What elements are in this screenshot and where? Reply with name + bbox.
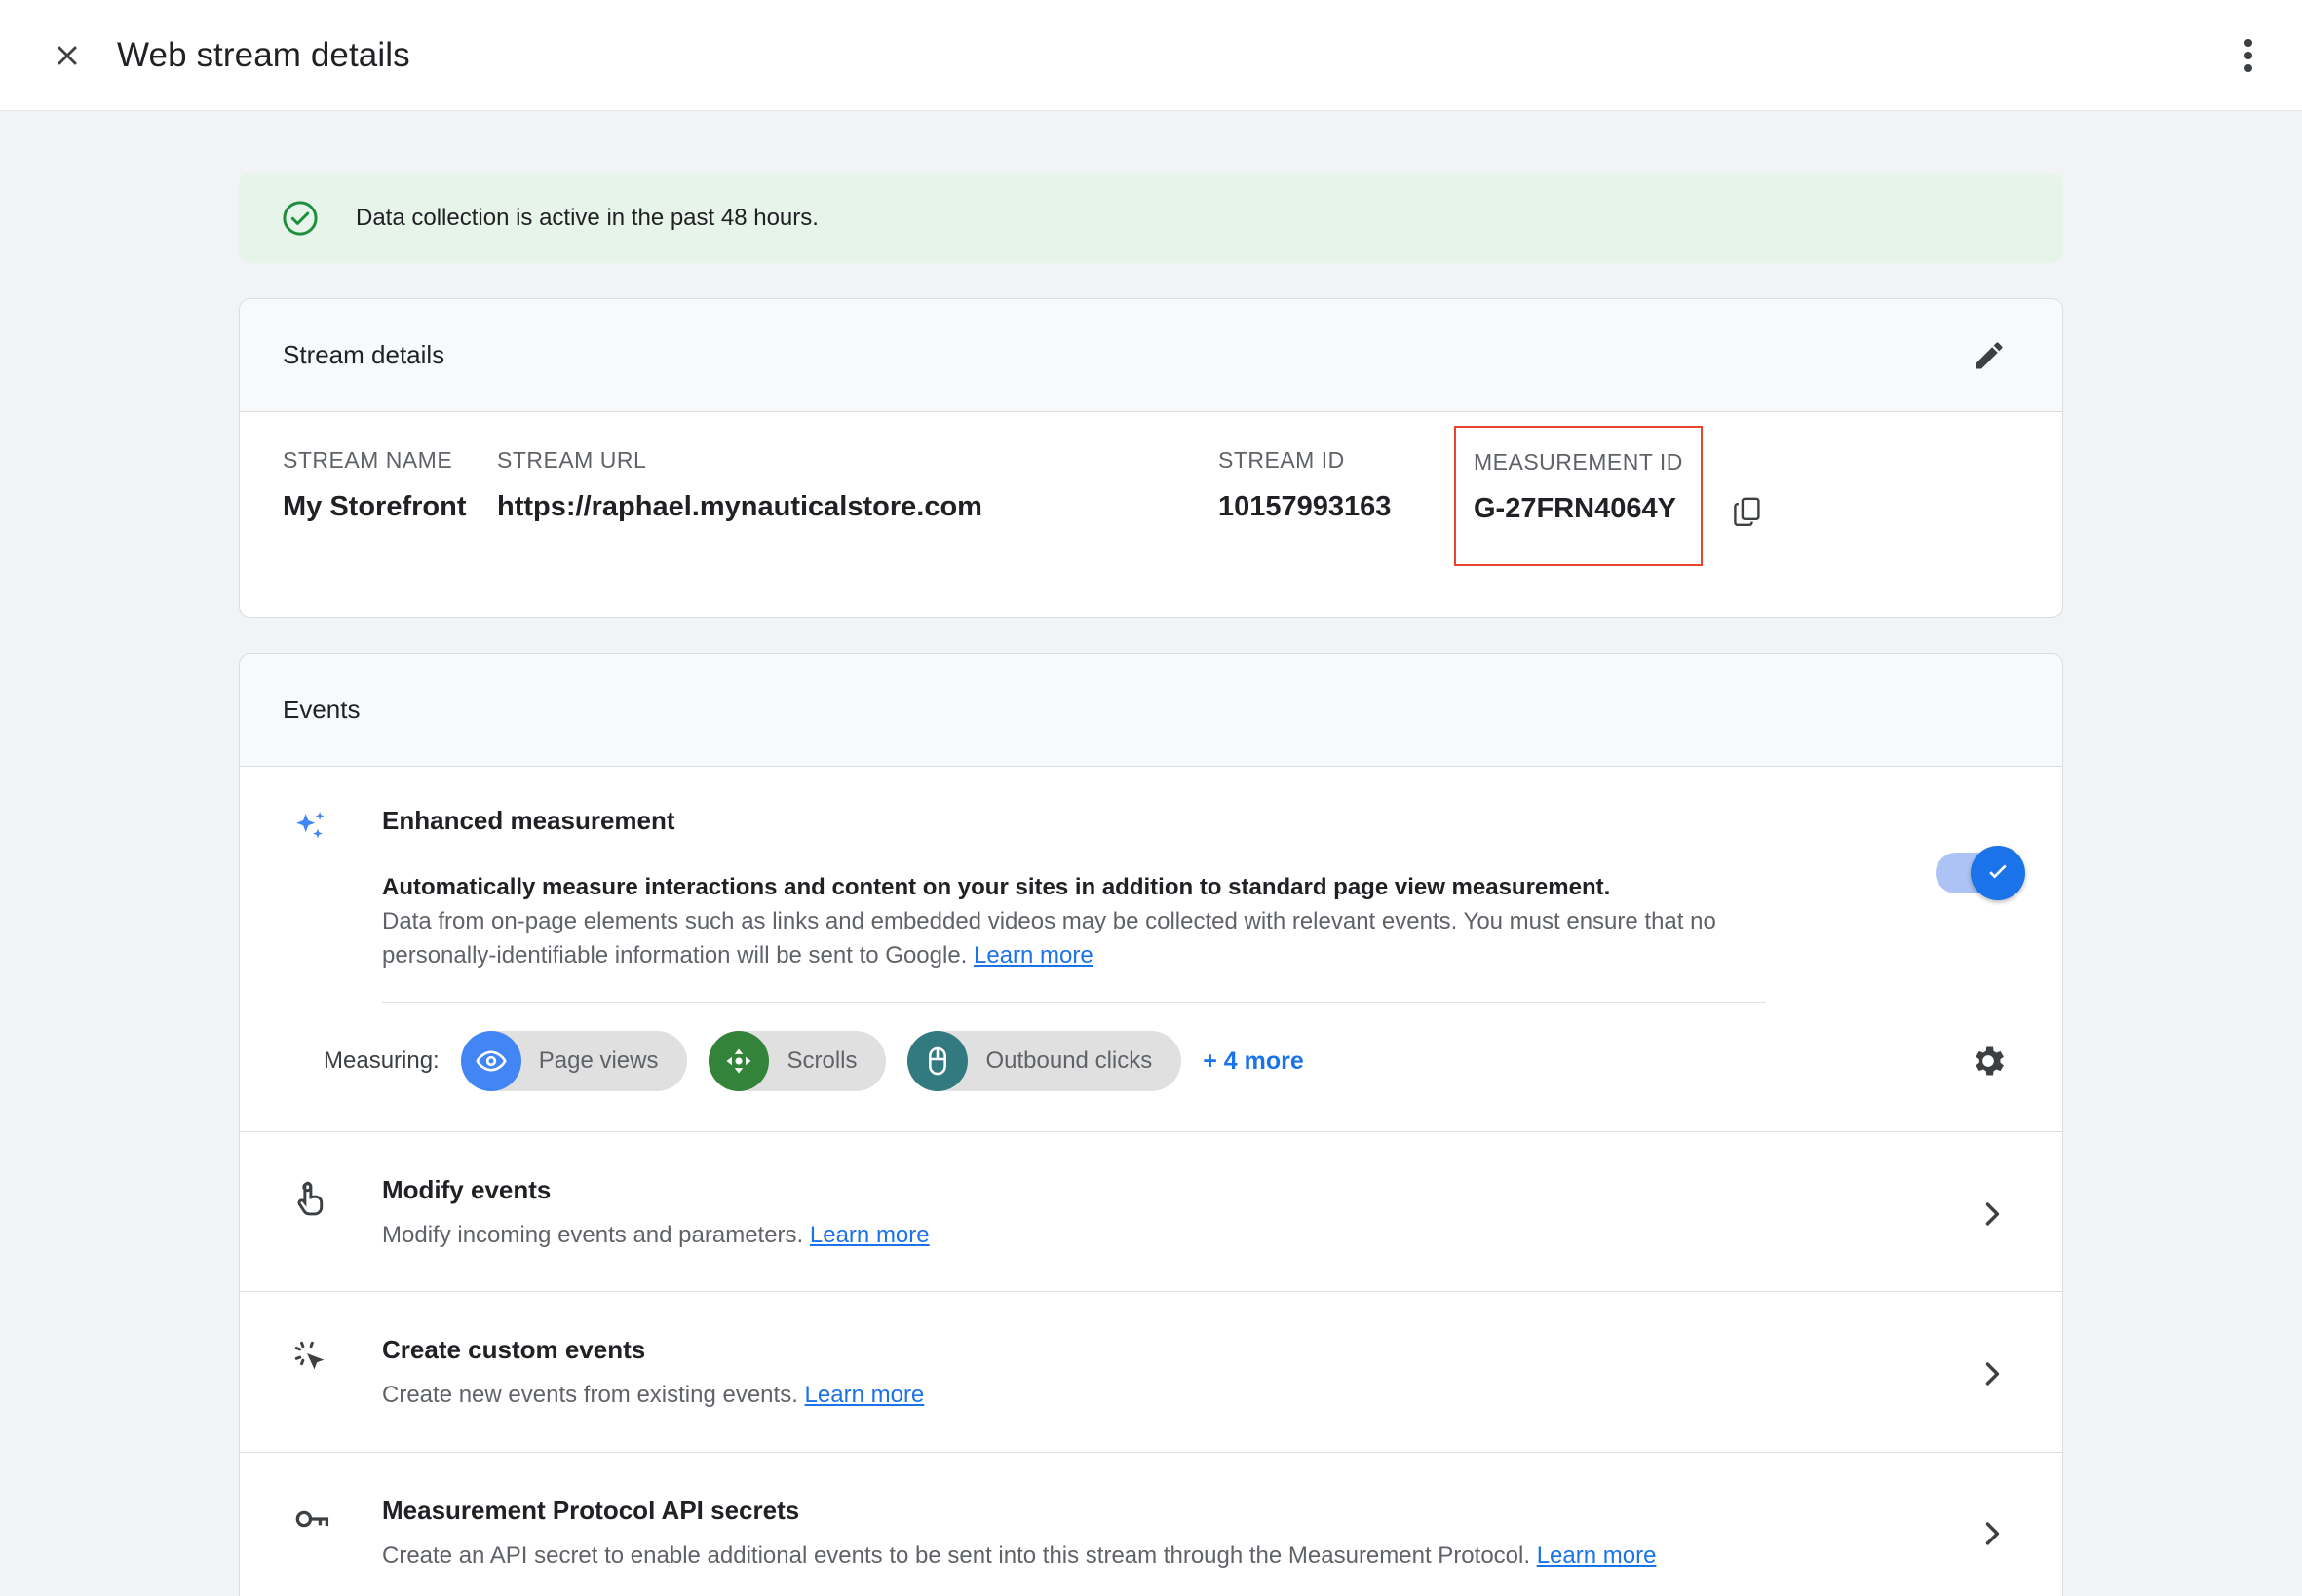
chevron-right-icon	[1985, 1362, 2000, 1386]
stream-name-value: My Storefront	[283, 491, 467, 522]
banner-text: Data collection is active in the past 48…	[356, 205, 819, 231]
modify-events-learn-more-link[interactable]: Learn more	[810, 1222, 930, 1248]
enhanced-measurement-desc-strong: Automatically measure interactions and c…	[382, 874, 1611, 900]
toggle-knob	[1971, 846, 2025, 900]
api-secrets-desc-text: Create an API secret to enable additiona…	[382, 1541, 1537, 1569]
stream-name-label: STREAM NAME	[283, 447, 453, 473]
measurement-id-label: MEASUREMENT ID	[1474, 449, 1683, 475]
chip-outbound-clicks-avatar	[907, 1031, 969, 1092]
api-secrets-desc: Create an API secret to enable additiona…	[382, 1539, 1947, 1573]
chip-page-views[interactable]: Page views	[460, 1031, 688, 1092]
modify-events-title: Modify events	[382, 1175, 552, 1205]
ad-click-icon	[294, 1342, 325, 1370]
mouse-icon	[929, 1047, 947, 1076]
enhanced-measurement-title: Enhanced measurement	[382, 806, 675, 835]
stream-url-label: STREAM URL	[497, 447, 647, 473]
api-secrets-icon-wrap	[283, 1496, 341, 1540]
create-custom-events-desc: Create new events from existing events. …	[382, 1379, 1947, 1412]
modify-events-main: Modify events Modify incoming events and…	[341, 1175, 1947, 1252]
stream-url-field: STREAM URL https://raphael.mynauticalsto…	[497, 447, 1218, 523]
chevron-right-icon	[1985, 1522, 2000, 1545]
page-body: Data collection is active in the past 48…	[0, 111, 2302, 1596]
stream-details-title: Stream details	[283, 340, 445, 369]
measuring-chips-row: Measuring: Page views Scrolls Outbound c…	[283, 1003, 2019, 1102]
row-modify-events[interactable]: Modify events Modify incoming events and…	[240, 1132, 2062, 1293]
content-copy-icon	[1734, 497, 1760, 526]
check-icon	[1989, 864, 2007, 879]
chip-page-views-avatar	[460, 1031, 521, 1092]
chip-scrolls[interactable]: Scrolls	[709, 1031, 887, 1092]
measuring-label: Measuring:	[324, 1047, 440, 1075]
measurement-id-value: G-27FRN4064Y	[1474, 493, 1676, 524]
more-vert-icon	[2244, 63, 2252, 72]
measurement-id-field: MEASUREMENT ID G-27FRN4064Y	[1454, 426, 1703, 566]
modify-events-icon-wrap	[283, 1175, 341, 1220]
stream-details-header: Stream details	[240, 299, 2062, 412]
stream-url-value: https://raphael.mynauticalstore.com	[497, 491, 982, 522]
enhanced-measurement-toggle-wrap	[1936, 806, 2025, 900]
create-custom-events-learn-more-link[interactable]: Learn more	[805, 1382, 925, 1408]
more-vert-icon	[2244, 51, 2252, 59]
sparkle-icon	[296, 812, 325, 839]
events-title: Events	[283, 695, 361, 724]
row-create-custom-events[interactable]: Create custom events Create new events f…	[240, 1292, 2062, 1453]
chip-outbound-clicks-label: Outbound clicks	[985, 1047, 1153, 1075]
data-collection-banner: Data collection is active in the past 48…	[239, 173, 2063, 263]
create-custom-events-title: Create custom events	[382, 1335, 646, 1365]
events-card: Events Enhanced measurement Automaticall…	[239, 653, 2063, 1596]
enhanced-measurement-row: Enhanced measurement Automatically measu…	[240, 767, 2062, 1133]
enhanced-measurement-learn-more-link[interactable]: Learn more	[974, 942, 1093, 969]
create-custom-events-icon-wrap	[283, 1335, 341, 1380]
edit-stream-button[interactable]	[1959, 325, 2019, 386]
modify-events-chevron[interactable]	[1965, 1187, 2019, 1241]
create-custom-events-main: Create custom events Create new events f…	[341, 1335, 1947, 1412]
stream-id-value: 10157993163	[1218, 491, 1392, 522]
topbar: Web stream details	[0, 0, 2302, 111]
create-custom-events-chevron[interactable]	[1965, 1347, 2019, 1401]
check-circle-icon	[283, 201, 318, 236]
modify-events-desc: Modify incoming events and parameters. L…	[382, 1219, 1947, 1252]
chip-scrolls-label: Scrolls	[787, 1047, 858, 1075]
stream-details-card: Stream details STREAM NAME My Storefront…	[239, 298, 2063, 618]
touch-app-icon	[297, 1181, 324, 1216]
chip-page-views-label: Page views	[538, 1047, 659, 1075]
stream-id-field: STREAM ID 10157993163	[1218, 447, 1472, 523]
stream-id-label: STREAM ID	[1218, 447, 1345, 473]
row-measurement-protocol-api-secrets[interactable]: Measurement Protocol API secrets Create …	[240, 1453, 2062, 1596]
copy-measurement-id-button[interactable]	[1716, 480, 1779, 543]
chip-outbound-clicks[interactable]: Outbound clicks	[907, 1031, 1182, 1092]
pencil-edit-icon	[1976, 341, 2003, 368]
stream-name-field: STREAM NAME My Storefront	[283, 447, 497, 523]
gear-icon	[1976, 1046, 2004, 1076]
chip-scrolls-avatar	[709, 1031, 770, 1092]
enhanced-measurement-description: Automatically measure interactions and c…	[382, 871, 1766, 1004]
enhanced-measurement-body: Enhanced measurement Automatically measu…	[341, 806, 1916, 1004]
api-secrets-learn-more-link[interactable]: Learn more	[1537, 1542, 1657, 1569]
chevron-right-icon	[1985, 1202, 2000, 1226]
modify-events-desc-text: Modify incoming events and parameters.	[382, 1222, 810, 1249]
page-title: Web stream details	[117, 35, 410, 74]
scroll-arrows-icon	[727, 1048, 751, 1074]
api-secrets-title: Measurement Protocol API secrets	[382, 1495, 800, 1525]
enhanced-measurement-settings-button[interactable]	[1957, 1030, 2019, 1092]
key-icon	[295, 1510, 329, 1527]
content-column: Data collection is active in the past 48…	[239, 173, 2063, 1596]
events-header: Events	[240, 654, 2062, 767]
more-vert-icon	[2244, 38, 2252, 47]
close-icon	[58, 45, 77, 65]
enhanced-measurement-toggle[interactable]	[1936, 846, 2025, 900]
api-secrets-chevron[interactable]	[1965, 1506, 2019, 1561]
create-custom-events-desc-text: Create new events from existing events.	[382, 1382, 805, 1409]
measuring-more-link[interactable]: + 4 more	[1203, 1047, 1304, 1076]
close-button[interactable]	[39, 27, 96, 84]
stream-details-body: STREAM NAME My Storefront STREAM URL htt…	[240, 412, 2062, 617]
api-secrets-main: Measurement Protocol API secrets Create …	[341, 1496, 1947, 1573]
enhanced-measurement-icon-wrap	[283, 806, 341, 853]
eye-icon	[476, 1050, 507, 1072]
overflow-menu-button[interactable]	[2220, 27, 2277, 84]
